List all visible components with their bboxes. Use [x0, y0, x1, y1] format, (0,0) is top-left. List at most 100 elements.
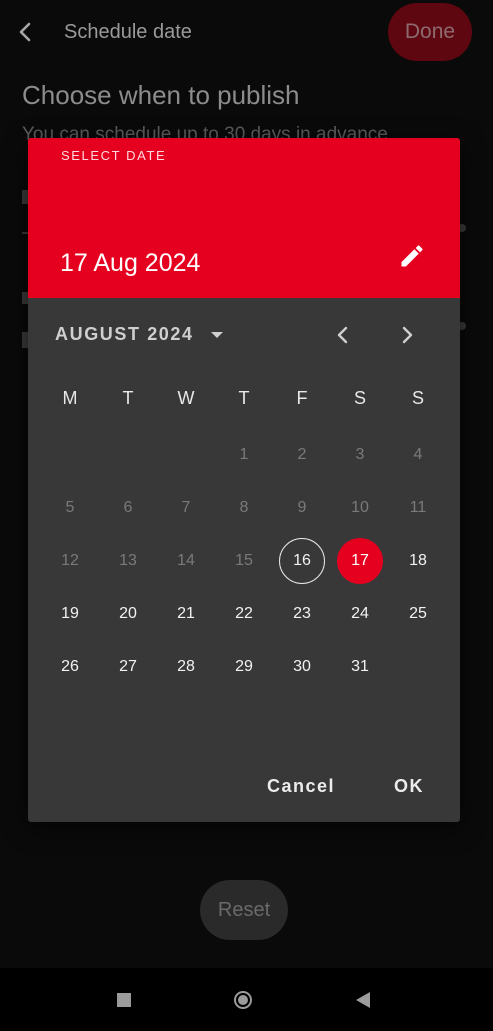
calendar-day[interactable]: 24 [331, 587, 389, 640]
day-number: 14 [177, 551, 195, 569]
calendar-day[interactable]: 23 [273, 587, 331, 640]
calendar-day-empty [99, 428, 157, 481]
calendar-week-row: 19 20 21 22 23 24 25 [41, 587, 447, 640]
day-number: 12 [61, 551, 79, 569]
square-icon[interactable] [117, 993, 131, 1007]
calendar-day[interactable]: 30 [273, 640, 331, 693]
month-year-label: AUGUST 2024 [55, 324, 194, 344]
day-number: 8 [239, 498, 249, 516]
day-number: 17 [337, 537, 383, 584]
day-number: 22 [235, 604, 253, 622]
date-picker-dialog: SELECT DATE 17 Aug 2024 AUGUST 2024 M T … [28, 138, 460, 822]
weekday-label: T [238, 388, 250, 408]
dropdown-caret-icon [210, 331, 223, 338]
day-number: 30 [293, 657, 311, 675]
selected-date-display: 17 Aug 2024 [60, 249, 201, 277]
month-year-selector[interactable]: AUGUST 2024 [55, 324, 224, 345]
day-number: 6 [123, 498, 133, 516]
day-number: 4 [413, 445, 423, 463]
calendar-week-row: 5 6 7 8 9 10 11 [41, 481, 447, 534]
calendar-day-disabled: 2 [273, 428, 331, 481]
calendar-day[interactable]: 21 [157, 587, 215, 640]
calendar-day-selected[interactable]: 17 [331, 534, 389, 587]
day-number: 29 [235, 657, 253, 675]
calendar-week-row: 12 13 14 15 16 17 18 [41, 534, 447, 587]
day-number: 28 [177, 657, 195, 675]
calendar-day[interactable]: 31 [331, 640, 389, 693]
day-number: 23 [293, 604, 311, 622]
day-number: 10 [351, 498, 369, 516]
calendar-day-disabled: 7 [157, 481, 215, 534]
day-number: 20 [119, 604, 137, 622]
day-number [395, 644, 441, 690]
day-number: 7 [181, 498, 191, 516]
select-date-label: SELECT DATE [61, 148, 167, 163]
back-arrow-icon[interactable] [14, 20, 38, 44]
ok-button[interactable]: OK [394, 776, 424, 797]
day-number: 27 [119, 657, 137, 675]
calendar-day-empty [157, 428, 215, 481]
day-number: 16 [279, 537, 325, 584]
calendar-day-disabled: 1 [215, 428, 273, 481]
triangle-icon[interactable] [355, 991, 371, 1009]
day-number: 24 [351, 604, 369, 622]
done-button[interactable]: Done [388, 3, 472, 61]
weekday-label: W [177, 388, 195, 408]
day-number: 9 [297, 498, 307, 516]
chevron-left-icon[interactable] [330, 322, 356, 348]
calendar-week-row: 1 2 3 4 [41, 428, 447, 481]
calendar-day[interactable]: 22 [215, 587, 273, 640]
calendar-day[interactable]: 28 [157, 640, 215, 693]
calendar-day-empty [389, 640, 447, 693]
calendar-day-disabled: 3 [331, 428, 389, 481]
calendar-day[interactable]: 18 [389, 534, 447, 587]
calendar-day-disabled: 11 [389, 481, 447, 534]
calendar-day[interactable]: 20 [99, 587, 157, 640]
calendar-day[interactable]: 29 [215, 640, 273, 693]
day-number: 2 [297, 445, 307, 463]
cancel-button[interactable]: Cancel [267, 776, 335, 797]
calendar-day-disabled: 5 [41, 481, 99, 534]
day-number: 25 [409, 604, 427, 622]
day-number: 15 [235, 551, 253, 569]
day-number: 19 [61, 604, 79, 622]
calendar-day-disabled: 6 [99, 481, 157, 534]
day-number: 31 [351, 657, 369, 675]
chevron-right-icon[interactable] [394, 322, 420, 348]
calendar-day[interactable]: 25 [389, 587, 447, 640]
day-number: 21 [177, 604, 195, 622]
calendar-week-row: 26 27 28 29 30 31 [41, 640, 447, 693]
day-number: 11 [409, 498, 427, 516]
reset-button[interactable]: Reset [200, 880, 288, 940]
section-heading: Choose when to publish [22, 80, 300, 110]
day-number [163, 432, 209, 478]
day-number: 3 [355, 445, 365, 463]
calendar-day-disabled: 9 [273, 481, 331, 534]
weekday-label: S [411, 388, 424, 408]
calendar-day-disabled: 14 [157, 534, 215, 587]
day-number: 26 [61, 657, 79, 675]
weekday-label: M [62, 388, 78, 408]
day-number [105, 432, 151, 478]
pencil-icon[interactable] [398, 242, 426, 270]
day-number: 18 [409, 551, 427, 569]
weekday-label: F [296, 388, 308, 408]
calendar-day-disabled: 10 [331, 481, 389, 534]
calendar-grid: 1 2 3 4 5 6 7 8 9 10 11 12 13 14 15 16 17 18 19 20 21 22 23 24 2… [41, 428, 447, 693]
day-number: 13 [119, 551, 137, 569]
calendar-day[interactable]: 19 [41, 587, 99, 640]
day-number: 1 [239, 445, 249, 463]
circle-icon[interactable] [233, 990, 253, 1010]
weekday-header: M T W T F S S [41, 388, 447, 409]
calendar-day[interactable]: 27 [99, 640, 157, 693]
calendar-day-disabled: 13 [99, 534, 157, 587]
calendar-day-disabled: 4 [389, 428, 447, 481]
calendar-day-today[interactable]: 16 [273, 534, 331, 587]
day-number: 5 [65, 498, 75, 516]
dialog-header: SELECT DATE 17 Aug 2024 [28, 138, 460, 298]
top-app-bar: Schedule date Done [0, 0, 493, 66]
calendar-day-disabled: 15 [215, 534, 273, 587]
calendar-day-disabled: 12 [41, 534, 99, 587]
calendar-day-empty [41, 428, 99, 481]
calendar-day[interactable]: 26 [41, 640, 99, 693]
